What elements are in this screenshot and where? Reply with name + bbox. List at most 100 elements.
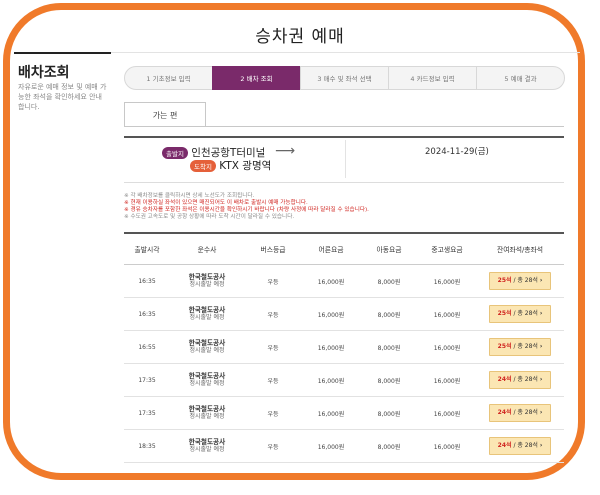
- operator-name: 한국철도공사: [188, 339, 226, 347]
- remaining-seats: 25석: [497, 310, 512, 317]
- youth-fare: 16,000원: [418, 396, 476, 430]
- youth-fare: 16,000원: [418, 429, 476, 463]
- select-seat-button[interactable]: 25석 / 총 28석 ›: [489, 272, 551, 290]
- operator-cell: 한국철도공사 정시출발 예정: [170, 264, 244, 298]
- adult-fare: 16,000원: [302, 330, 360, 364]
- table-row[interactable]: 16:55 한국철도공사 정시출발 예정 우등 16,000원 8,000원 16,000원…: [124, 330, 564, 364]
- departure-time: 16:35: [124, 264, 170, 298]
- operator-cell: 한국철도공사 정시출발 예정: [170, 363, 244, 397]
- operator-cell: 한국철도공사 정시출발 예정: [170, 429, 244, 463]
- operator-name: 한국철도공사: [188, 405, 226, 413]
- table-row[interactable]: 16:35 한국철도공사 정시출발 예정 우등 16,000원 8,000원 16,000원…: [124, 264, 564, 298]
- total-seats: / 총 28석: [513, 277, 538, 284]
- departure-status: 정시출발 예정: [189, 314, 225, 321]
- adult-fare: 16,000원: [302, 429, 360, 463]
- sidebar-rule: [14, 52, 111, 54]
- child-fare: 8,000원: [360, 330, 418, 364]
- notice-item: ※ 현재 이용하실 좌석이 있으면 매진되어도 이 배차로 출발시 예매 가능합…: [124, 200, 308, 206]
- operator-cell: 한국철도공사 정시출발 예정: [170, 330, 244, 364]
- column-header: 중고생요금: [418, 232, 476, 265]
- seat-cell: 24석 / 총 28석 ›: [476, 396, 564, 430]
- departure-badge: 출발지: [162, 147, 188, 159]
- step-2: 2 배차 조회: [212, 66, 301, 90]
- table-row[interactable]: 16:35 한국철도공사 정시출발 예정 우등 16,000원 8,000원 16,000원…: [124, 297, 564, 331]
- column-header: 출발시각: [124, 232, 170, 265]
- departure-time: 16:35: [124, 297, 170, 331]
- remaining-seats: 25석: [497, 343, 512, 350]
- chevron-right-icon: ›: [539, 310, 543, 317]
- select-seat-button[interactable]: 24석 / 총 28석 ›: [489, 404, 551, 422]
- departure-time: 17:35: [124, 396, 170, 430]
- sidebar-title: 배차조회: [18, 65, 70, 81]
- seat-cell: 24석 / 총 28석 ›: [476, 363, 564, 397]
- table-row[interactable]: 18:35 한국철도공사 정시출발 예정 우등 16,000원 8,000원 16,000원…: [124, 429, 564, 463]
- total-seats: / 총 28석: [513, 409, 538, 416]
- seat-cell: 25석 / 총 28석 ›: [476, 264, 564, 298]
- progress-steps: 1 기초정보 입력 2 배차 조회 3 매수 및 좌석 선택 4 카드정보 입력 5 예…: [124, 66, 565, 90]
- arrival-row: 도착지 KTX 광명역: [190, 158, 271, 173]
- select-seat-button[interactable]: 25석 / 총 28석 ›: [489, 305, 551, 323]
- column-header: 운수사: [170, 232, 244, 265]
- adult-fare: 16,000원: [302, 363, 360, 397]
- bus-grade: 우등: [244, 429, 302, 463]
- child-fare: 8,000원: [360, 429, 418, 463]
- departure-time: 17:35: [124, 363, 170, 397]
- bus-grade: 우등: [244, 330, 302, 364]
- total-seats: / 총 28석: [513, 343, 538, 350]
- remaining-seats: 25석: [497, 277, 512, 284]
- arrival-badge: 도착지: [190, 160, 216, 172]
- adult-fare: 16,000원: [302, 396, 360, 430]
- child-fare: 8,000원: [360, 363, 418, 397]
- operator-cell: 한국철도공사 정시출발 예정: [170, 297, 244, 331]
- tab-underline: [124, 126, 564, 127]
- operator-name: 한국철도공사: [188, 438, 226, 446]
- total-seats: / 총 28석: [513, 310, 538, 317]
- tab-outbound[interactable]: 가는 편: [124, 102, 206, 127]
- column-header: 아동요금: [360, 232, 418, 265]
- remaining-seats: 24석: [497, 376, 512, 383]
- child-fare: 8,000원: [360, 264, 418, 298]
- column-header: 버스등급: [244, 232, 302, 265]
- operator-cell: 한국철도공사 정시출발 예정: [170, 396, 244, 430]
- select-seat-button[interactable]: 24석 / 총 28석 ›: [489, 371, 551, 389]
- column-header: 잔여좌석/총좌석: [476, 232, 564, 265]
- table-row[interactable]: 17:35 한국철도공사 정시출발 예정 우등 16,000원 8,000원 16,000원…: [124, 396, 564, 430]
- youth-fare: 16,000원: [418, 297, 476, 331]
- table-header-row: 출발시각 운수사 버스등급 어른요금 아동요금 중고생요금 잔여좌석/총좌석: [124, 232, 564, 265]
- operator-name: 한국철도공사: [188, 306, 226, 314]
- step-5: 5 예매 결과: [476, 66, 565, 90]
- remaining-seats: 24석: [497, 442, 512, 449]
- notice-item: ※ 각 배차정보를 클릭하시면 상세 노선도가 조회됩니다.: [124, 193, 255, 199]
- sidebar-description: 자유로운 예매 정보 및 예매 가능한 좌석을 확인하세요 안내 합니다.: [18, 83, 107, 111]
- chevron-right-icon: ›: [539, 277, 543, 284]
- arrow-right-icon: ⟶: [275, 143, 296, 159]
- select-seat-button[interactable]: 24석 / 총 28석 ›: [489, 437, 551, 455]
- seat-cell: 24석 / 총 28석 ›: [476, 429, 564, 463]
- select-seat-button[interactable]: 25석 / 총 28석 ›: [489, 338, 551, 356]
- chevron-right-icon: ›: [539, 376, 543, 383]
- youth-fare: 16,000원: [418, 264, 476, 298]
- seat-cell: 25석 / 총 28석 ›: [476, 297, 564, 331]
- departure-status: 정시출발 예정: [189, 413, 225, 420]
- notice-list: ※ 각 배차정보를 클릭하시면 상세 노선도가 조회됩니다. ※ 현재 이용하실 …: [124, 193, 369, 221]
- child-fare: 8,000원: [360, 297, 418, 331]
- table-row[interactable]: 17:35 한국철도공사 정시출발 예정 우등 16,000원 8,000원 16,000원…: [124, 363, 564, 397]
- departure-status: 정시출발 예정: [189, 380, 225, 387]
- departure-status: 정시출발 예정: [189, 281, 225, 288]
- step-3: 3 매수 및 좌석 선택: [300, 66, 389, 90]
- total-seats: / 총 28석: [513, 376, 538, 383]
- total-seats: / 총 28석: [513, 442, 538, 449]
- youth-fare: 16,000원: [418, 363, 476, 397]
- step-4: 4 카드정보 입력: [388, 66, 477, 90]
- bus-grade: 우등: [244, 363, 302, 397]
- arrival-name: KTX 광명역: [219, 160, 272, 172]
- departure-date: 2024-11-29(금): [425, 147, 489, 157]
- schedule-table: 출발시각 운수사 버스등급 어른요금 아동요금 중고생요금 잔여좌석/총좌석 16:35 한국…: [124, 232, 564, 463]
- route-divider: [345, 140, 346, 178]
- operator-name: 한국철도공사: [188, 273, 226, 281]
- seat-cell: 25석 / 총 28석 ›: [476, 330, 564, 364]
- bus-grade: 우등: [244, 264, 302, 298]
- adult-fare: 16,000원: [302, 264, 360, 298]
- bus-grade: 우등: [244, 297, 302, 331]
- step-1: 1 기초정보 입력: [124, 66, 213, 90]
